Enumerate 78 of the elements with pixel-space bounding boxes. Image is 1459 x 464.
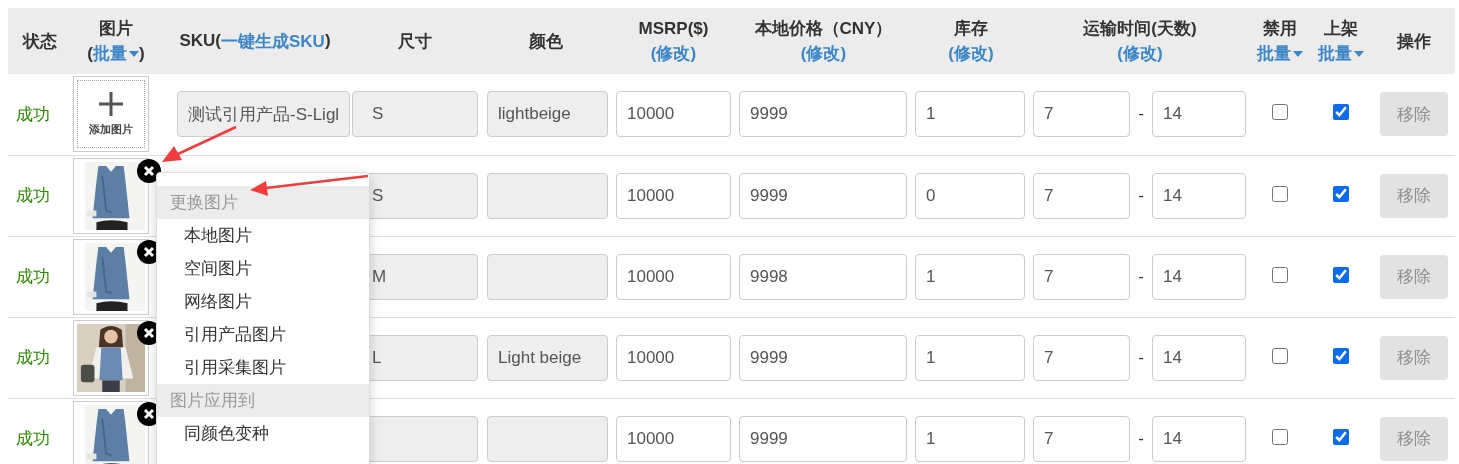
stock-field[interactable]: 1 <box>915 415 1025 462</box>
column-header: 状态 <box>23 30 57 53</box>
column-header: SKU( <box>179 31 221 51</box>
menu-item[interactable]: 本地图片 <box>157 219 369 252</box>
color-field[interactable] <box>487 415 608 462</box>
stock-field[interactable]: 1 <box>915 91 1025 138</box>
shipping-min-field[interactable]: 7 <box>1033 91 1130 138</box>
disable-checkbox[interactable] <box>1272 428 1288 445</box>
disable-checkbox[interactable] <box>1272 266 1288 283</box>
shipping-min-field[interactable]: 7 <box>1033 172 1130 219</box>
image-thumbnail[interactable] <box>73 400 149 464</box>
range-dash: - <box>1137 428 1145 449</box>
column-header: 颜色 <box>529 30 563 53</box>
listed-checkbox[interactable] <box>1333 185 1349 202</box>
price-field[interactable]: 9999 <box>739 334 907 381</box>
listed-checkbox[interactable] <box>1333 347 1349 364</box>
shipping-min-field[interactable]: 7 <box>1033 334 1130 381</box>
color-field[interactable]: Light beige <box>487 334 608 381</box>
shipping-max-field[interactable]: 14 <box>1152 334 1246 381</box>
shipping-max-field[interactable]: 14 <box>1152 415 1246 462</box>
menu-section-header: 更换图片 <box>157 186 369 219</box>
msrp-field[interactable]: 10000 <box>616 253 731 300</box>
menu-item[interactable]: 同颜色变种 <box>157 417 369 450</box>
listed-checkbox[interactable] <box>1333 104 1349 121</box>
listed-checkbox[interactable] <box>1333 266 1349 283</box>
msrp-field[interactable]: 10000 <box>616 334 731 381</box>
status-text: 成功 <box>16 103 50 126</box>
column-header: MSRP($) <box>638 18 709 40</box>
column-header: 运输时间(天数) <box>1083 18 1197 40</box>
column-header: 尺寸 <box>398 30 432 53</box>
range-dash: - <box>1137 104 1145 125</box>
status-text: 成功 <box>16 428 50 450</box>
image-thumbnail[interactable] <box>73 157 149 234</box>
shipping-max-field[interactable]: 14 <box>1152 172 1246 219</box>
menu-section-header: 图片应用到 <box>157 384 369 417</box>
status-text: 成功 <box>16 347 50 369</box>
shipping-min-field[interactable]: 7 <box>1033 415 1130 462</box>
msrp-field[interactable]: 10000 <box>616 415 731 462</box>
size-field[interactable]: S <box>352 91 478 138</box>
add-image-button[interactable]: 添加图片 <box>73 76 149 153</box>
shipping-max-field[interactable]: 14 <box>1152 91 1246 138</box>
listed-checkbox[interactable] <box>1333 428 1349 445</box>
status-text: 成功 <box>16 266 50 288</box>
shipping-max-field[interactable]: 14 <box>1152 253 1246 300</box>
bracket-text: ( <box>87 43 93 65</box>
image-thumbnail[interactable] <box>73 238 149 315</box>
disable-checkbox[interactable] <box>1272 185 1288 202</box>
msrp-field[interactable]: 10000 <box>616 91 731 138</box>
sku-field[interactable]: 测试引用产品-S-Ligl <box>177 91 350 138</box>
color-field[interactable] <box>487 253 608 300</box>
color-field[interactable] <box>487 172 608 219</box>
column-header: 本地价格（CNY） <box>754 18 893 40</box>
column-header: 禁用 <box>1263 18 1297 40</box>
bracket-text: ) <box>139 43 145 65</box>
range-dash: - <box>1137 266 1145 287</box>
status-text: 成功 <box>16 185 50 207</box>
price-field[interactable]: 9998 <box>739 253 907 300</box>
msrp-field[interactable]: 10000 <box>616 172 731 219</box>
plus-icon <box>99 91 123 116</box>
stock-field[interactable]: 1 <box>915 334 1025 381</box>
stock-field[interactable]: 0 <box>915 172 1025 219</box>
image-thumbnail[interactable] <box>73 319 149 396</box>
price-field[interactable]: 9999 <box>739 172 907 219</box>
color-field[interactable]: lightbeige <box>487 91 608 138</box>
column-header: 库存 <box>954 18 988 40</box>
bracket-text: ) <box>324 31 331 51</box>
column-header: 图片 <box>99 18 133 40</box>
range-dash: - <box>1137 185 1145 206</box>
shipping-min-field[interactable]: 7 <box>1033 253 1130 300</box>
column-header: 操作 <box>1396 30 1431 53</box>
range-dash: - <box>1137 347 1145 368</box>
price-field[interactable]: 9999 <box>739 91 907 138</box>
close-icon[interactable] <box>137 158 161 183</box>
disable-checkbox[interactable] <box>1272 347 1288 364</box>
column-header: 上架 <box>1324 18 1358 40</box>
disable-checkbox[interactable] <box>1272 104 1288 121</box>
stock-field[interactable]: 1 <box>915 253 1025 300</box>
price-field[interactable]: 9999 <box>739 415 907 462</box>
